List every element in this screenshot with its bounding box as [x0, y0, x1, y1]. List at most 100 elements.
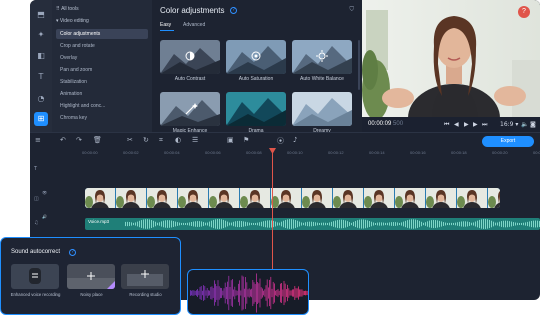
waveform-bar — [196, 290, 197, 296]
step-back-icon[interactable]: ◀ — [454, 121, 459, 128]
audio-wave-bar — [533, 220, 534, 228]
audio-wave-bar — [367, 220, 368, 228]
audio-wave-bar — [455, 222, 456, 226]
waveform-bar — [238, 283, 239, 303]
skip-end-icon[interactable]: ⏭ — [482, 121, 487, 129]
titles-icon[interactable]: T — [34, 70, 48, 84]
tool-item-animation[interactable]: Animation — [56, 89, 148, 99]
help-icon[interactable]: ? — [69, 249, 76, 256]
tool-item-overlay[interactable]: Overlay — [56, 53, 148, 63]
audio-wave-bar — [509, 221, 510, 227]
add-track-icon[interactable]: ≡ — [35, 136, 41, 144]
tool-item-stabilization[interactable]: Stabilization — [56, 77, 148, 87]
audio-wave-bar — [257, 222, 258, 226]
filters-icon[interactable]: ◔ — [34, 92, 48, 106]
option-label: Recording studio — [129, 292, 162, 297]
help-button[interactable]: ? — [518, 6, 530, 18]
panel-scrollbar[interactable] — [358, 40, 360, 90]
effect-auto-contrast[interactable] — [160, 40, 220, 74]
audio-wave-bar — [323, 222, 324, 226]
audio-wave-bar — [237, 220, 238, 228]
audio-wave-bar — [375, 222, 376, 226]
timeline-ruler[interactable]: 00:00:00 00:00:02 00:00:04 00:00:06 00:00:08… — [52, 148, 540, 158]
waveform-bar — [226, 286, 227, 300]
waveform-bar — [305, 290, 306, 296]
cut-icon[interactable]: ✂ — [127, 136, 133, 144]
voiceover-icon[interactable]: ⦿ — [277, 136, 284, 146]
tab-advanced[interactable]: Advanced — [183, 22, 205, 28]
undo-icon[interactable]: ↶ — [60, 136, 66, 144]
rotate-icon[interactable]: ↻ — [143, 136, 149, 144]
more-tools-icon[interactable]: ⊞ — [34, 112, 48, 126]
option-enhanced-voice[interactable] — [11, 264, 59, 289]
text-track-icon[interactable]: T — [34, 166, 37, 172]
audio-wave-bar — [317, 222, 318, 226]
color-icon[interactable]: ◐ — [175, 136, 181, 144]
timecode: 00:00:09 500 — [368, 121, 404, 127]
export-button[interactable]: Export — [482, 136, 534, 147]
waveform-bar — [284, 283, 286, 303]
audio-wave-bar — [129, 221, 130, 227]
magic-tools-icon[interactable]: ✦ — [34, 28, 48, 42]
help-icon[interactable]: ? — [230, 7, 237, 14]
option-recording-studio[interactable] — [121, 264, 169, 289]
effect-auto-saturation[interactable] — [226, 40, 286, 74]
audio-wave-bar — [401, 222, 402, 226]
track-mute-icon[interactable]: 🔊 — [42, 214, 47, 219]
clip-properties-icon[interactable]: ▣ — [227, 136, 234, 144]
video-clip[interactable] — [85, 188, 500, 208]
transitions-icon[interactable]: ◧ — [34, 49, 48, 63]
audio-wave-bar — [525, 222, 526, 226]
microphone-icon[interactable]: ♪ — [293, 136, 297, 144]
import-icon[interactable]: ⬒ — [34, 8, 48, 22]
effect-magic-enhance[interactable] — [160, 92, 220, 126]
tool-item-pan-zoom[interactable]: Pan and zoom — [56, 65, 148, 75]
tool-item-color-adjustments[interactable]: Color adjustments — [56, 29, 148, 39]
audio-wave-bar — [235, 221, 236, 227]
tool-item-crop-rotate[interactable]: Crop and rotate — [56, 41, 148, 51]
cart-icon[interactable]: ⛉ — [349, 7, 354, 14]
tab-easy[interactable]: Easy — [160, 22, 171, 28]
play-icon[interactable]: ▶ — [464, 121, 469, 128]
audio-wave-bar — [207, 222, 208, 226]
option-noisy-place[interactable] — [67, 264, 115, 289]
tool-item-chroma-key[interactable]: Chroma key — [56, 113, 148, 123]
marker-flag-icon[interactable]: ⚑ — [243, 136, 249, 144]
effect-drama[interactable] — [226, 92, 286, 126]
waveform-bar — [282, 289, 284, 297]
delete-icon[interactable]: 🗑 — [93, 136, 102, 144]
effect-auto-white-balance[interactable] — [292, 40, 352, 74]
snapshot-icon[interactable]: ◙ — [530, 121, 536, 128]
audio-track-icon[interactable]: ♫ — [34, 220, 38, 226]
audio-clip[interactable]: Voice.mp3 — [85, 218, 540, 230]
aspect-ratio-select[interactable]: 16:9 ▾ — [500, 121, 518, 128]
audio-wave-bar — [507, 220, 508, 228]
ruler-tick: 00:00:16 — [410, 150, 426, 155]
adjust-icon[interactable]: ☰ — [192, 136, 198, 144]
audio-wave-bar — [247, 222, 248, 226]
all-tools-header[interactable]: ⠿ All tools — [56, 6, 79, 12]
crop-icon[interactable]: ⌗ — [159, 136, 163, 145]
audio-wave-bar — [407, 220, 408, 228]
video-editing-section[interactable]: ▾ Video editing — [56, 18, 89, 24]
ruler-tick: 00:00:18 — [451, 150, 467, 155]
step-forward-icon[interactable]: ▶ — [473, 121, 478, 128]
audio-wave-bar — [395, 222, 396, 226]
video-track-icon[interactable]: ◫ — [34, 196, 39, 202]
audio-wave-bar — [265, 220, 266, 228]
clip-thumbnail — [395, 188, 426, 208]
audio-wave-bar — [447, 222, 448, 226]
tool-item-highlight[interactable]: Highlight and conc... — [56, 101, 148, 111]
waveform-bar — [306, 290, 308, 296]
audio-wave-bar — [197, 221, 198, 227]
audio-wave-bar — [517, 222, 518, 226]
skip-start-icon[interactable]: ⏮ — [444, 121, 449, 129]
volume-icon[interactable]: 🔈 — [521, 121, 528, 128]
redo-icon[interactable]: ↷ — [76, 136, 82, 144]
effect-dreamy[interactable] — [292, 92, 352, 126]
waveform-bar — [246, 282, 248, 304]
waveform-bar — [218, 286, 220, 300]
track-visibility-icon[interactable]: 👁 — [42, 190, 47, 195]
waveform-bar — [217, 280, 219, 306]
waveform-bar — [283, 280, 285, 306]
